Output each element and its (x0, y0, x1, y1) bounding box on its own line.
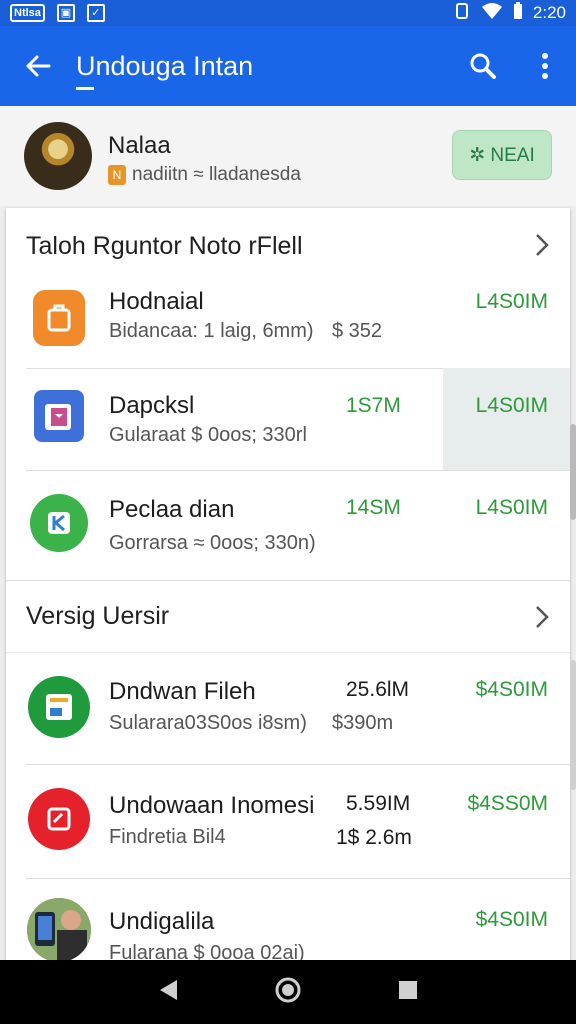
app-bar: Undouga Intan (0, 26, 576, 106)
battery-icon (513, 1, 523, 25)
new-button[interactable]: ✲ NEAI (452, 130, 552, 180)
app-size: 1S7M (346, 394, 401, 417)
app-name: Peclaa dian (109, 496, 235, 523)
back-button[interactable] (0, 26, 76, 106)
section-header[interactable]: Versig Uersir (6, 580, 570, 652)
status-bar: Ntlsa ▣ ✓ 2:20 (0, 0, 576, 26)
search-icon (470, 53, 496, 79)
account-subtitle: N nadiitn ≈ lladanesda (108, 164, 301, 186)
app-price: L4S0IM (475, 290, 548, 313)
app-name: Dndwan Fileh (109, 678, 256, 705)
vibrate-icon (453, 2, 471, 25)
app-name: Undowaan Inomesi (109, 792, 315, 819)
app-meta: Gorrarsa ≈ 0oos; 330n) (109, 532, 316, 554)
app-icon (34, 390, 84, 442)
list-item[interactable]: Hodnaial Bidancaa: 1 laig, 6mm) $ 352 L4… (6, 268, 570, 368)
nav-home-icon (275, 977, 301, 1002)
app-size: 25.6lM (346, 678, 410, 701)
scrollbar[interactable] (570, 424, 576, 520)
chevron-right-icon (536, 606, 549, 628)
list-item[interactable]: Dapcksl Gularaat $ 0oos; 330rl 1S7M L4S0… (6, 368, 570, 470)
avatar[interactable] (24, 122, 92, 190)
badge-icon: N (108, 165, 126, 185)
app-meta-extra: $390m (332, 712, 394, 734)
app-icon (28, 676, 90, 738)
app-icon (27, 898, 91, 962)
section-title: Versig Uersir (26, 601, 170, 630)
notification-badge: Ntlsa (10, 4, 45, 22)
app-price: $4S0IM (475, 678, 548, 701)
list-item[interactable]: Peclaa dian Gorrarsa ≈ 0oos; 330n) 14SM … (6, 470, 570, 580)
app-price: $4S0IM (475, 908, 548, 931)
system-nav-bar (0, 960, 576, 1024)
app-meta: Bidancaa: 1 laig, 6mm) (109, 320, 314, 342)
page-title: Undouga Intan (76, 50, 254, 90)
nav-recents-button[interactable] (397, 979, 419, 1006)
list-item[interactable]: Undowaan Inomesi Findretia Bil4 5.59IM 1… (6, 764, 570, 878)
nav-recents-icon (398, 980, 417, 999)
app-price: L4S0IM (475, 496, 548, 519)
app-meta-extra: $ 352 (332, 320, 383, 342)
nav-back-button[interactable] (157, 978, 179, 1007)
app-price: $4SS0M (467, 792, 548, 815)
app-size: 5.59IM (346, 792, 411, 815)
app-name: Undigalila (109, 908, 215, 935)
arrow-back-icon (26, 55, 51, 77)
nav-home-button[interactable] (274, 976, 302, 1009)
check-notification-icon: ✓ (86, 4, 105, 22)
wifi-icon (481, 2, 503, 25)
app-size: 14SM (346, 496, 401, 519)
app-list-card: Taloh Rguntor Noto rFlell Hodnaial Bidan… (6, 208, 570, 968)
account-subtitle-text: nadiitn ≈ lladanesda (132, 164, 301, 185)
app-price: L4S0IM (475, 394, 548, 417)
scrollbar-track (570, 660, 576, 790)
app-icon (33, 290, 85, 346)
list-item[interactable]: Undigalila Fularana $ 0ooa 02ai) $4S0IM (6, 878, 570, 968)
image-notification-icon: ▣ (56, 4, 75, 22)
chevron-right-icon (536, 234, 549, 256)
app-icon (30, 494, 88, 552)
app-name: Hodnaial (109, 288, 204, 315)
account-name: Nalaa (108, 132, 171, 159)
app-meta: Gularaat $ 0oos; 330rl (109, 424, 307, 446)
app-size-secondary: 1$ 2.6m (336, 826, 412, 849)
list-item[interactable]: Dndwan Fileh Sularara03S0os i8sm) $390m … (6, 652, 570, 764)
section-title: Taloh Rguntor Noto rFlell (26, 231, 303, 260)
app-meta: Sularara03S0os i8sm) (109, 712, 307, 734)
more-options-button[interactable] (514, 26, 576, 106)
more-vert-icon (542, 53, 548, 79)
clock: 2:20 (532, 3, 566, 22)
app-icon (28, 788, 90, 850)
app-meta: Findretia Bil4 (109, 826, 226, 848)
search-button[interactable] (452, 26, 514, 106)
nav-back-icon (160, 979, 178, 1000)
app-name: Dapcksl (109, 392, 195, 419)
